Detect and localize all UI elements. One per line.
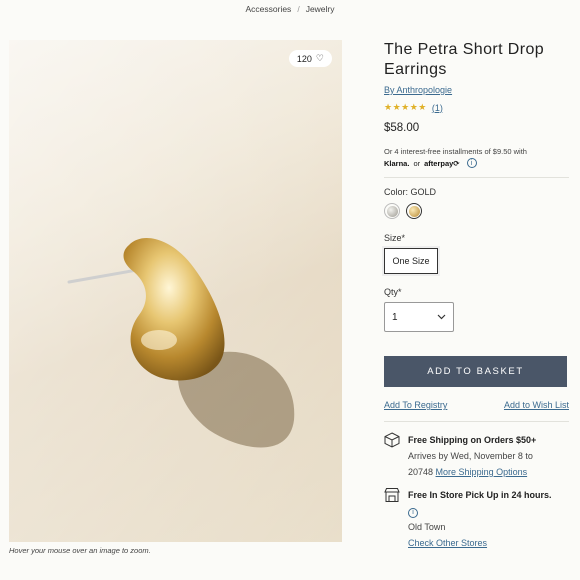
- size-option-one-size[interactable]: One Size: [382, 246, 440, 276]
- or-text: or: [413, 158, 421, 168]
- check-other-stores-link[interactable]: Check Other Stores: [408, 535, 552, 551]
- breadcrumb: Accessories / Jewelry: [0, 4, 580, 14]
- shipping-zip[interactable]: 20748: [408, 467, 433, 477]
- size-label: Size*: [384, 233, 406, 243]
- likes-badge[interactable]: 120 ♡: [288, 50, 332, 67]
- zoom-hint: Hover your mouse over an image to zoom.: [9, 546, 151, 555]
- pickup-store: Old Town: [408, 522, 446, 532]
- color-label-text: Color:: [384, 187, 409, 197]
- add-to-wishlist-link[interactable]: Add to Wish List: [504, 400, 569, 410]
- chevron-down-icon: [437, 314, 446, 320]
- pickup-title: Free In Store Pick Up in 24 hours.: [408, 490, 552, 500]
- shipping-arrives: Arrives by Wed, November 8 to: [408, 451, 533, 461]
- heart-icon[interactable]: ♡: [316, 53, 324, 64]
- price: $58.00: [384, 122, 420, 134]
- qty-label: Qty*: [384, 287, 402, 297]
- more-shipping-options-link[interactable]: More Shipping Options: [436, 467, 528, 477]
- breadcrumb-jewelry[interactable]: Jewelry: [306, 4, 335, 14]
- pickup-info: Free In Store Pick Up in 24 hours. i Old…: [384, 487, 569, 551]
- color-label: Color: GOLD: [384, 187, 569, 197]
- likes-count: 120: [296, 53, 312, 64]
- store-icon: [384, 488, 400, 502]
- earring-illustration: [9, 40, 342, 542]
- qty-select[interactable]: 1: [384, 302, 454, 332]
- klarna-logo: Klarna.: [384, 158, 410, 168]
- qty-value: 1: [392, 311, 398, 323]
- breadcrumb-separator: /: [297, 4, 300, 14]
- installments-text: Or 4 interest-free installments of $9.50…: [384, 147, 527, 156]
- breadcrumb-accessories[interactable]: Accessories: [245, 4, 291, 14]
- color-swatches: [384, 203, 569, 219]
- product-title: The Petra Short Drop Earrings: [384, 41, 545, 78]
- swatch-silver[interactable]: [384, 203, 400, 219]
- shipping-title: Free Shipping on Orders $50+: [408, 435, 537, 445]
- afterpay-logo: afterpay⟳: [424, 158, 460, 168]
- rating: ★★★★★ (1): [384, 102, 569, 113]
- secondary-actions: Add To Registry Add to Wish List: [384, 400, 569, 410]
- payment-options: Klarna. or afterpay⟳ i: [384, 158, 569, 168]
- shipping-info: Free Shipping on Orders $50+ Arrives by …: [384, 432, 569, 480]
- add-to-basket-button[interactable]: ADD TO BASKET: [384, 356, 567, 387]
- star-rating: ★★★★★: [384, 102, 427, 112]
- swatch-gold[interactable]: [406, 203, 422, 219]
- divider: [384, 421, 569, 422]
- divider: [384, 177, 569, 178]
- brand-link[interactable]: By Anthropologie: [384, 85, 569, 95]
- box-icon: [384, 432, 400, 448]
- info-icon[interactable]: i: [466, 158, 477, 168]
- info-icon[interactable]: i: [408, 508, 418, 518]
- product-info: The Petra Short Drop Earrings By Anthrop…: [382, 40, 569, 551]
- product-image[interactable]: 120 ♡: [9, 40, 342, 542]
- add-to-registry-link[interactable]: Add To Registry: [384, 400, 447, 410]
- color-value: GOLD: [410, 187, 437, 197]
- review-count-link[interactable]: (1): [432, 103, 443, 113]
